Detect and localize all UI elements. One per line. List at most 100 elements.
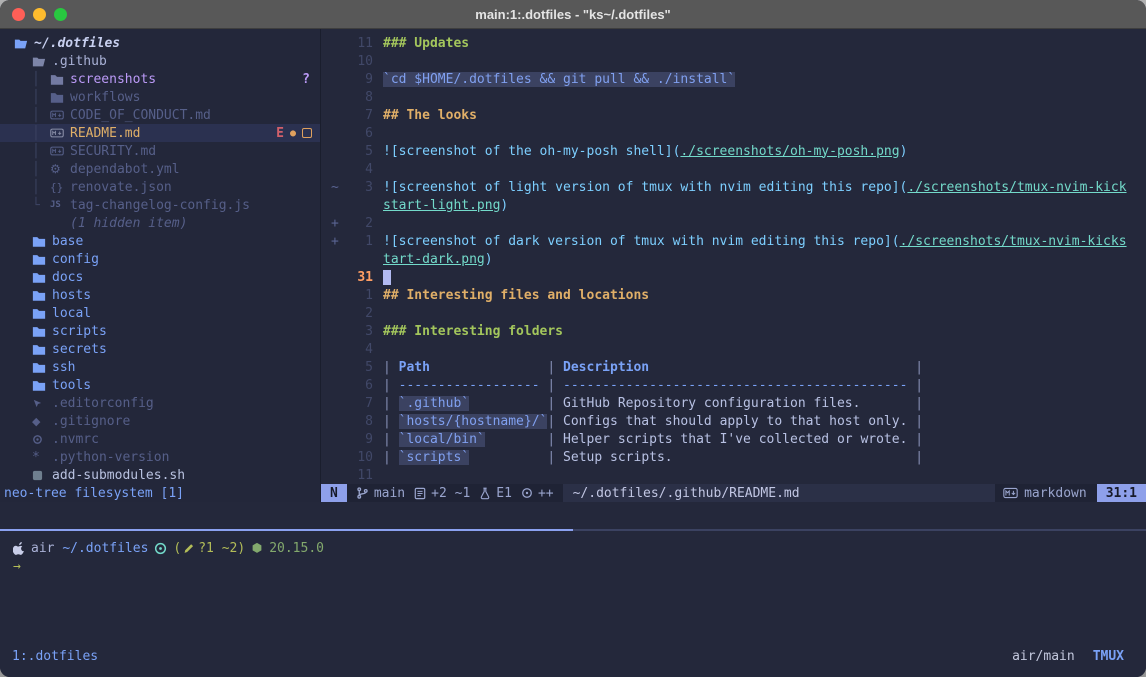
nvim-cmdline — [0, 502, 1146, 529]
tree-item-tools[interactable]: tools — [0, 376, 320, 394]
tmux-host-session: air/main — [1012, 649, 1075, 664]
tree-item-.python-version[interactable]: *.python-version — [0, 448, 320, 466]
tmux-window-tab[interactable]: 1:.dotfiles — [12, 649, 98, 664]
js-icon: JS — [50, 201, 70, 210]
tree-item-.nvmrc[interactable]: .nvmrc — [0, 430, 320, 448]
shell-pane[interactable]: air ~/.dotfiles ( ?1 ~2) 20.15.0 — [0, 531, 1146, 677]
editor-line[interactable]: 31 — [321, 268, 1146, 286]
tree-item-code-of-conduct.md[interactable]: │CODE_OF_CONDUCT.md — [0, 106, 320, 124]
tree-item-.editorconfig[interactable]: .editorconfig — [0, 394, 320, 412]
window-title: main:1:.dotfiles - "ks~/.dotfiles" — [0, 7, 1146, 22]
text-segment-pipe: | — [540, 378, 563, 393]
tree-item-scripts[interactable]: scripts — [0, 322, 320, 340]
asterisk-icon: * — [32, 451, 52, 464]
editor-line[interactable]: 7| `.github` | GitHub Repository configu… — [321, 394, 1146, 412]
folder-icon — [32, 253, 52, 266]
tree-item-hosts[interactable]: hosts — [0, 286, 320, 304]
editor-line[interactable]: 6 — [321, 124, 1146, 142]
editor-line[interactable]: 1## Interesting files and locations — [321, 286, 1146, 304]
line-number: 5 — [343, 144, 373, 159]
line-number: 10 — [343, 54, 373, 69]
editor-line[interactable]: ~3![screenshot of light version of tmux … — [321, 178, 1146, 196]
text-segment-link: ./screenshots/tmux-nvim-kick — [907, 180, 1126, 195]
line-text: ![screenshot of dark version of tmux wit… — [383, 234, 1127, 249]
editor-line[interactable]: 9| `local/bin` | Helper scripts that I'v… — [321, 430, 1146, 448]
git-status-open: ( — [173, 541, 181, 556]
editor-line[interactable]: tart-dark.png) — [321, 250, 1146, 268]
gutter-sign — [331, 288, 343, 303]
text-segment-sp — [469, 396, 539, 411]
folder-open-icon — [32, 55, 52, 68]
tree-item--.dotfiles[interactable]: ~/.dotfiles — [0, 34, 320, 52]
editor-line[interactable]: 8| `hosts/{hostname}/`| Configs that sho… — [321, 412, 1146, 430]
filetype-label: markdown — [1024, 486, 1087, 501]
editor-line[interactable]: +1![screenshot of dark version of tmux w… — [321, 232, 1146, 250]
diagnostics-section: E1 — [479, 486, 512, 501]
editor-area[interactable]: 11### Updates 10 9`cd $HOME/.dotfiles &&… — [321, 29, 1146, 502]
tree-item-ssh[interactable]: ssh — [0, 358, 320, 376]
editor-line[interactable]: 11 — [321, 466, 1146, 484]
editor-line[interactable]: 5| Path | Description | — [321, 358, 1146, 376]
tree-item-label: .python-version — [52, 450, 169, 465]
editor-line[interactable]: 4 — [321, 160, 1146, 178]
tree-item-renovate.json[interactable]: │{}renovate.json — [0, 178, 320, 196]
editor-line[interactable]: 5![screenshot of the oh-my-posh shell](.… — [321, 142, 1146, 160]
editor-line[interactable]: 6| ------------------ | ----------------… — [321, 376, 1146, 394]
line-text: ## Interesting files and locations — [383, 288, 649, 303]
text-segment-link: start-light.png — [383, 198, 500, 213]
tree-item-dependabot.yml[interactable]: │⚙dependabot.yml — [0, 160, 320, 178]
tree-item-label: screenshots — [70, 72, 156, 87]
editor-line[interactable]: 3### Interesting folders — [321, 322, 1146, 340]
editor-line[interactable]: 10 — [321, 52, 1146, 70]
copilot-section: ++ — [521, 486, 554, 501]
text-segment-desc: GitHub Repository configuration files. — [563, 396, 860, 411]
text-segment-pipe: | — [383, 432, 399, 447]
text-segment-pipe: | — [383, 414, 399, 429]
tree-item-label: .editorconfig — [52, 396, 154, 411]
node-icon — [251, 542, 263, 555]
editor-line[interactable]: +2 — [321, 214, 1146, 232]
tree-item-workflows[interactable]: │workflows — [0, 88, 320, 106]
gutter-sign — [331, 360, 343, 375]
tree-item-config[interactable]: config — [0, 250, 320, 268]
line-number: 2 — [343, 216, 373, 231]
editor-line[interactable]: 8 — [321, 88, 1146, 106]
editor-line[interactable]: 10| `scripts` | Setup scripts. | — [321, 448, 1146, 466]
tree-item--1-hidden-item-[interactable]: (1 hidden item) — [0, 214, 320, 232]
text-segment-codecell: `local/bin` — [399, 432, 485, 447]
tree-indent-guide: │ — [32, 180, 50, 195]
titlebar: main:1:.dotfiles - "ks~/.dotfiles" — [0, 0, 1146, 29]
tree-item-secrets[interactable]: secrets — [0, 340, 320, 358]
editor-line[interactable]: 9`cd $HOME/.dotfiles && git pull && ./in… — [321, 70, 1146, 88]
tree-item-screenshots[interactable]: │screenshots? — [0, 70, 320, 88]
tree-item-tag-changelog-config.js[interactable]: └JStag-changelog-config.js — [0, 196, 320, 214]
tree-item-label: secrets — [52, 342, 107, 357]
git-icon — [154, 542, 167, 555]
tree-item-label: .gitignore — [52, 414, 130, 429]
text-segment-img: ) — [900, 144, 908, 159]
tree-item-security.md[interactable]: │SECURITY.md — [0, 142, 320, 160]
editor-line[interactable]: start-light.png) — [321, 196, 1146, 214]
text-segment-h3: ### Updates — [383, 36, 469, 51]
tree-item-add-submodules.sh[interactable]: add-submodules.sh — [0, 466, 320, 484]
text-segment-pipe: | — [383, 396, 399, 411]
tree-item-local[interactable]: local — [0, 304, 320, 322]
gutter-sign — [331, 162, 343, 177]
file-tree: ~/.dotfiles.github│screenshots?│workflow… — [0, 34, 320, 484]
editor-line[interactable]: 7## The looks — [321, 106, 1146, 124]
tree-item-readme.md[interactable]: │README.mdE● — [0, 124, 320, 142]
tree-item-label: workflows — [70, 90, 140, 105]
tree-item-base[interactable]: base — [0, 232, 320, 250]
text-segment-pipe: | — [383, 378, 399, 393]
tree-item-docs[interactable]: docs — [0, 268, 320, 286]
node-version: 20.15.0 — [269, 541, 324, 556]
tree-item-.github[interactable]: .github — [0, 52, 320, 70]
tree-indent-guide: │ — [32, 144, 50, 159]
text-segment-codecell: `.github` — [399, 396, 469, 411]
line-number: 10 — [343, 450, 373, 465]
editor-line[interactable]: 2 — [321, 304, 1146, 322]
editor-line[interactable]: 11### Updates — [321, 34, 1146, 52]
prompt-input-line[interactable]: → — [0, 557, 1146, 575]
tree-item-.gitignore[interactable]: ◆.gitignore — [0, 412, 320, 430]
editor-line[interactable]: 4 — [321, 340, 1146, 358]
